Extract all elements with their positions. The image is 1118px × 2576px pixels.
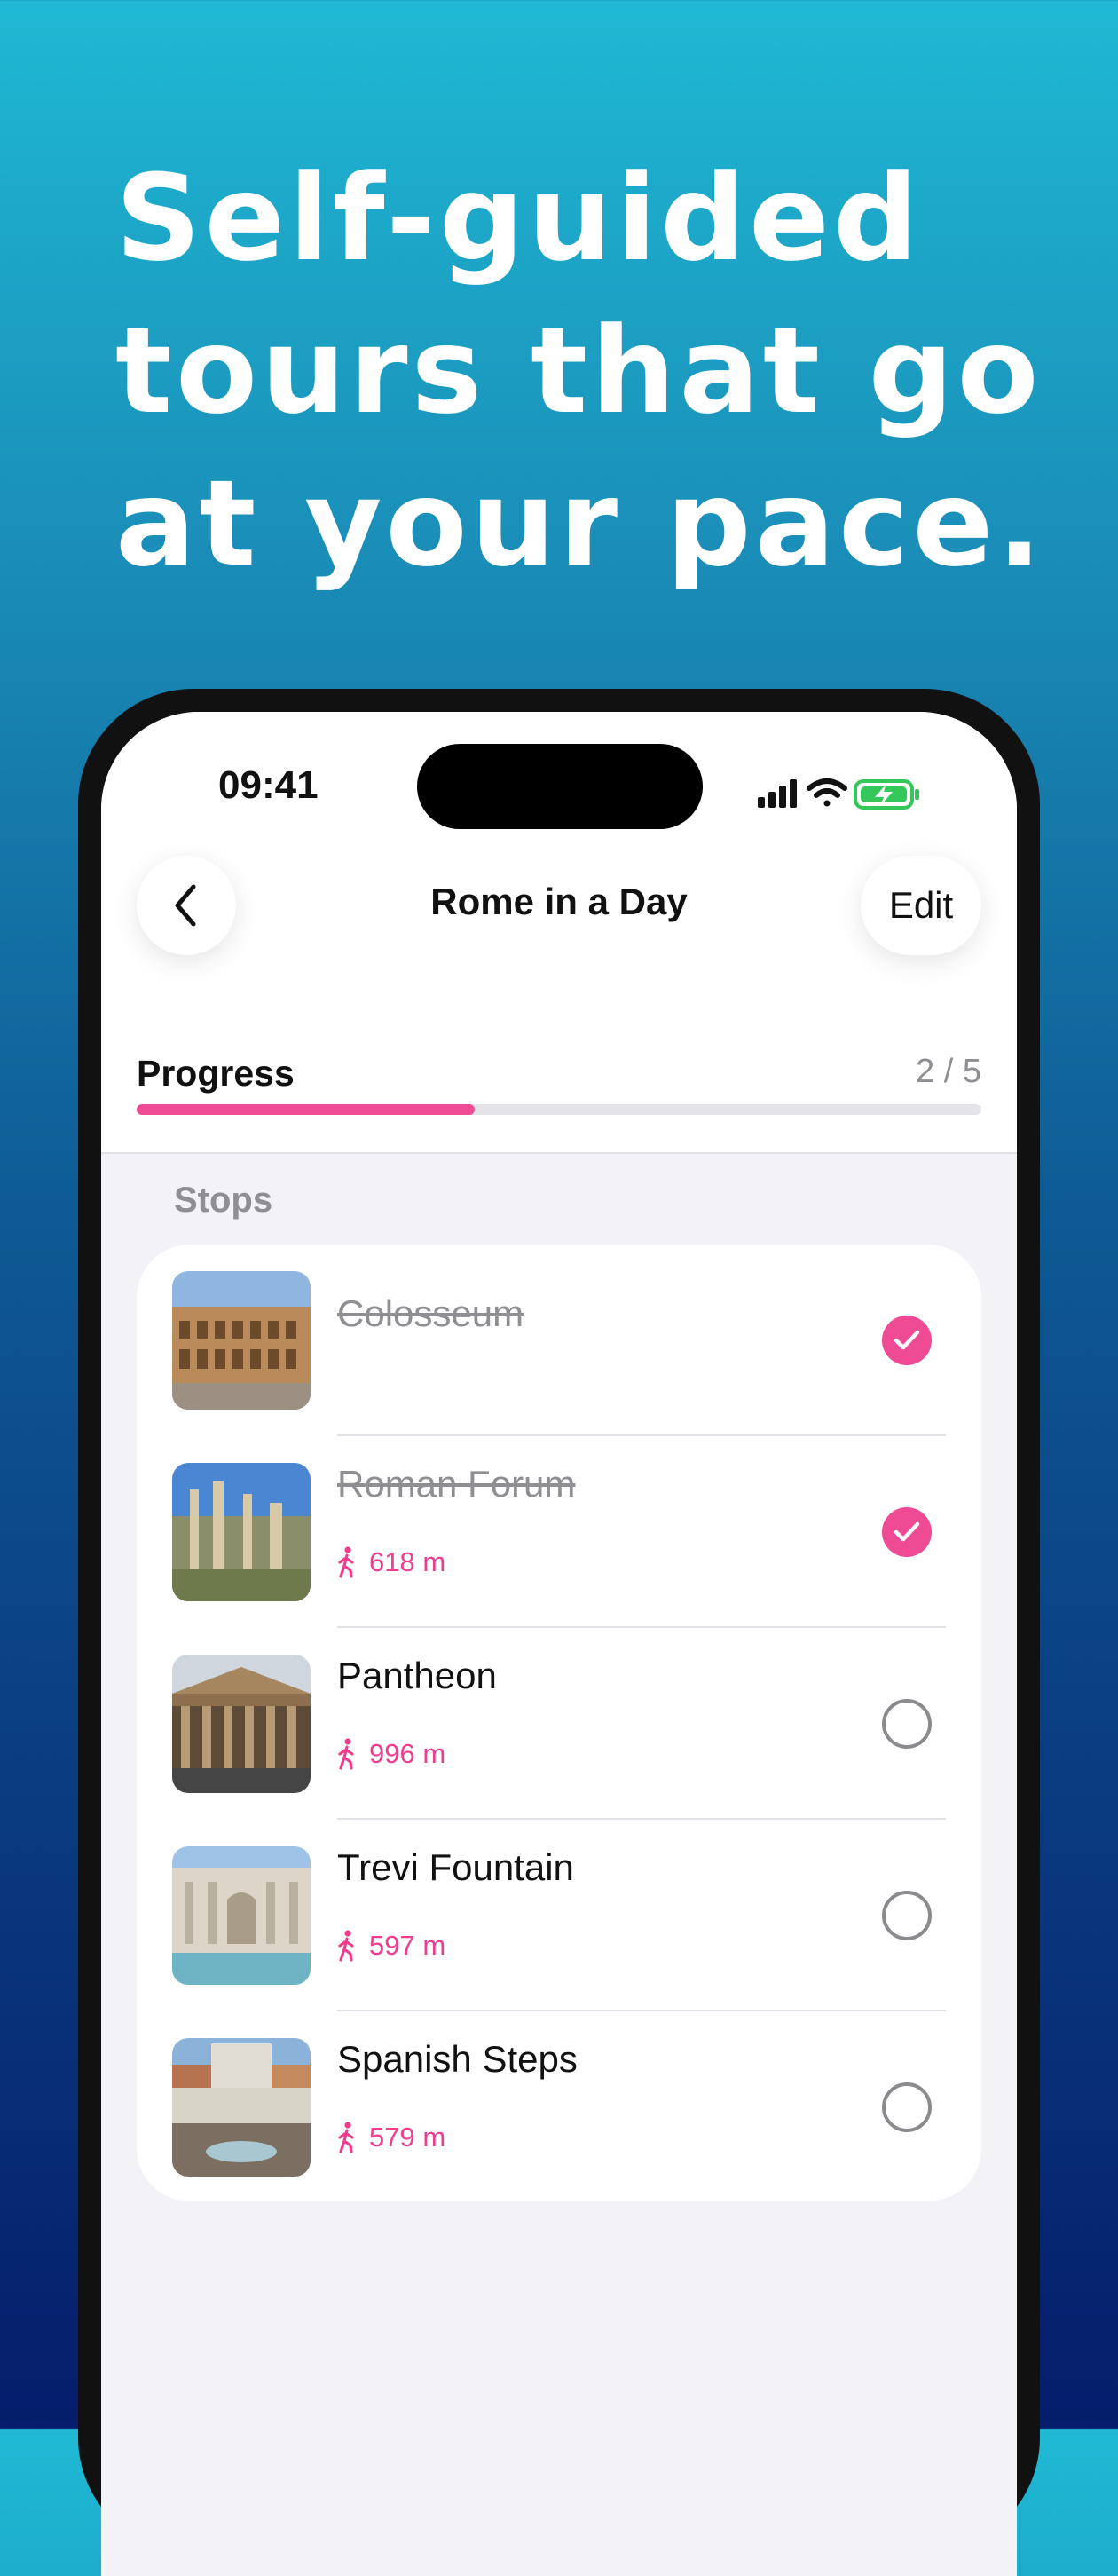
dynamic-island (417, 744, 703, 829)
walking-icon (338, 2122, 354, 2153)
headline-line: tours that go (115, 302, 1043, 440)
stop-checkbox-checked[interactable] (882, 1316, 932, 1365)
distance-value: 996 m (369, 1738, 446, 1769)
stop-row[interactable]: Roman Forum 618 m (137, 1436, 981, 1628)
stop-name: Colosseum (337, 1292, 524, 1334)
stops-list: Colosseum Roman Forum 618 m Pantheon 996… (137, 1245, 981, 2201)
stop-thumbnail (172, 1655, 311, 1793)
stop-row[interactable]: Spanish Steps 579 m (137, 2011, 981, 2203)
headline-line: at your pace. (115, 454, 1046, 593)
stop-checkbox-checked[interactable] (882, 1507, 932, 1557)
headline: Self-guided tours that go at your pace. (115, 142, 1056, 600)
stop-distance: 996 m (337, 1738, 445, 1770)
stop-name: Spanish Steps (337, 2038, 578, 2080)
phone-frame: 09:41 Rome in a Day Edit Progress 2 / 5 … (78, 689, 1040, 2576)
distance-value: 618 m (369, 1546, 446, 1577)
cellular-signal-icon (758, 779, 797, 808)
edit-button[interactable]: Edit (861, 856, 981, 955)
progress-count: 2 / 5 (916, 1053, 981, 1090)
status-icons (758, 778, 919, 810)
stop-checkbox-unchecked[interactable] (882, 1699, 932, 1749)
stop-thumbnail (172, 1846, 311, 1985)
walking-icon (338, 1930, 354, 1962)
stop-distance: 597 m (337, 1930, 445, 1962)
wifi-icon (807, 778, 847, 807)
stop-thumbnail (172, 1463, 311, 1601)
distance-value: 579 m (369, 2122, 446, 2153)
status-time: 09:41 (218, 763, 319, 807)
stop-distance: 579 m (337, 2122, 445, 2153)
stop-checkbox-unchecked[interactable] (882, 1891, 932, 1940)
battery-charging-icon (854, 779, 919, 810)
progress-bar (137, 1104, 981, 1115)
app-screen: 09:41 Rome in a Day Edit Progress 2 / 5 … (101, 712, 1017, 2576)
stop-name: Roman Forum (337, 1463, 576, 1505)
stops-section-label: Stops (174, 1181, 273, 1220)
stop-name: Pantheon (337, 1655, 497, 1696)
stop-row[interactable]: Colosseum (137, 1245, 981, 1436)
distance-value: 597 m (369, 1930, 446, 1961)
stop-distance: 618 m (337, 1546, 445, 1578)
walking-icon (338, 1546, 354, 1578)
checkmark-icon (894, 1521, 920, 1542)
progress-label: Progress (137, 1053, 295, 1094)
stop-thumbnail (172, 2038, 311, 2177)
stop-thumbnail (172, 1271, 311, 1410)
walking-icon (338, 1738, 354, 1770)
stop-row[interactable]: Pantheon 996 m (137, 1628, 981, 1820)
stop-name: Trevi Fountain (337, 1846, 574, 1888)
stop-row[interactable]: Trevi Fountain 597 m (137, 1820, 981, 2011)
stop-checkbox-unchecked[interactable] (882, 2082, 932, 2132)
checkmark-icon (894, 1330, 920, 1350)
progress-bar-fill (137, 1104, 475, 1115)
headline-line: Self-guided (115, 149, 922, 288)
